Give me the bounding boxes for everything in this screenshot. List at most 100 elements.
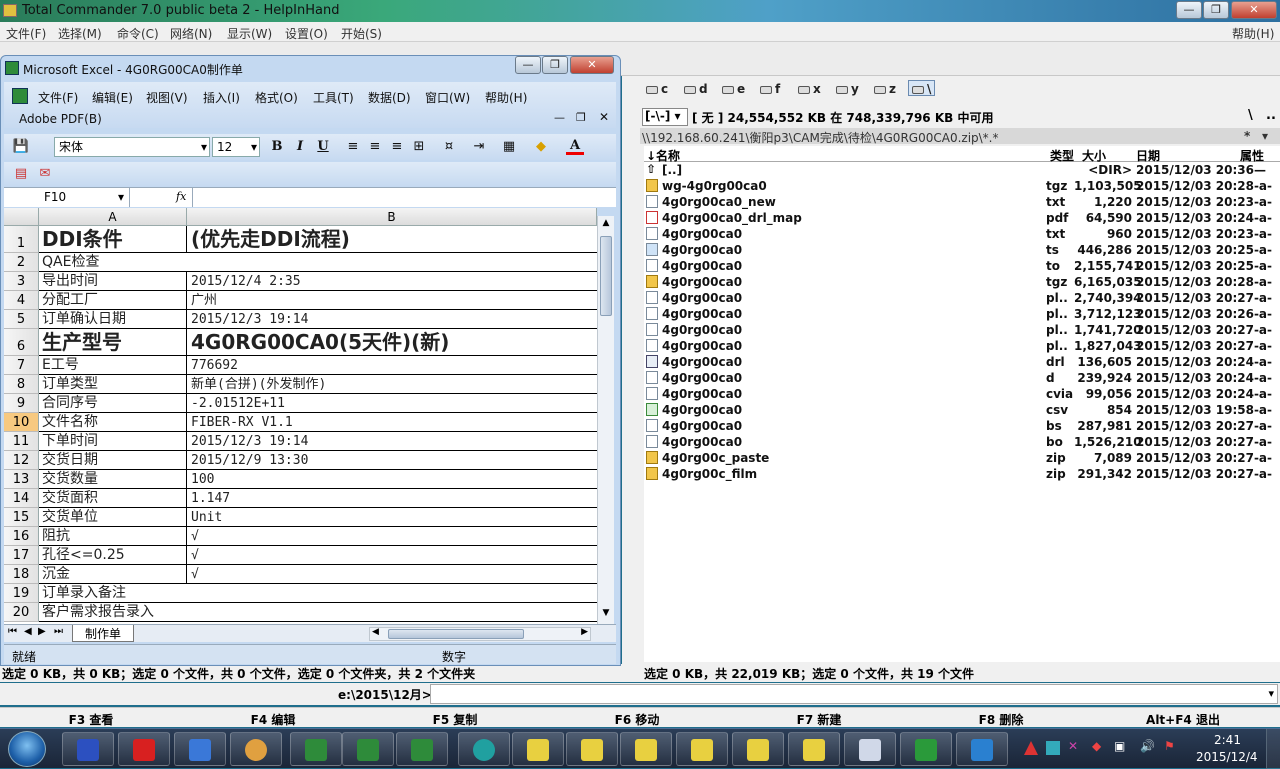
tray-app-icon[interactable]: [1046, 741, 1060, 755]
row-header[interactable]: 12: [4, 451, 39, 470]
parent-dir-button[interactable]: ..: [1266, 108, 1276, 123]
cell-a4[interactable]: 分配工厂: [39, 291, 187, 310]
file-row[interactable]: 4g0rg00ca0 pl.. 3,712,123 2015/12/03 20:26-…: [644, 306, 1280, 322]
taskbar-tc-3[interactable]: [620, 732, 672, 766]
bold-button[interactable]: B: [268, 138, 286, 156]
file-row[interactable]: 4g0rg00ca0 to 2,155,741 2015/12/03 20:25-a-: [644, 258, 1280, 274]
italic-button[interactable]: I: [291, 138, 309, 156]
cell-b6[interactable]: 4G0RG00CA0(5天件)(新): [187, 329, 597, 356]
formula-input[interactable]: [192, 188, 616, 207]
save-icon[interactable]: 💾: [12, 138, 30, 156]
cell-a8[interactable]: 订单类型: [39, 375, 187, 394]
file-row[interactable]: 4g0rg00ca0 ts 446,286 2015/12/03 20:25-a-: [644, 242, 1280, 258]
file-row[interactable]: 4g0rg00ca0 bo 1,526,210 2015/12/03 20:27-a-: [644, 434, 1280, 450]
tray-volume-icon[interactable]: 🔊: [1140, 739, 1155, 753]
cell-a11[interactable]: 下单时间: [39, 432, 187, 451]
indent-icon[interactable]: ⇥: [470, 138, 488, 156]
excel-menu-window[interactable]: 窗口(W): [425, 89, 470, 106]
file-row[interactable]: wg-4g0rg00ca0 tgz 1,103,505 2015/12/03 20:2…: [644, 178, 1280, 194]
row-header[interactable]: 6: [4, 329, 39, 356]
maximize-button[interactable]: ❐: [1203, 1, 1229, 19]
path-filter[interactable]: *: [1244, 129, 1250, 143]
f4-edit-button[interactable]: F4 编辑: [182, 711, 364, 728]
minimize-button[interactable]: —: [1176, 1, 1202, 19]
drive-x-button[interactable]: x: [798, 82, 821, 98]
menu-file[interactable]: 文件(F): [6, 25, 46, 42]
taskbar-excel-3[interactable]: [396, 732, 448, 766]
f6-move-button[interactable]: F6 移动: [546, 711, 728, 728]
show-desktop-button[interactable]: [1266, 729, 1280, 769]
path-bar[interactable]: \\192.168.60.241\衡阳p3\CAM完成\待检\4G0RG00CA…: [640, 128, 1280, 145]
taskbar-tc-4[interactable]: [676, 732, 728, 766]
menu-help[interactable]: 帮助(H): [1232, 25, 1274, 42]
row-header[interactable]: 4: [4, 291, 39, 310]
row-header[interactable]: 19: [4, 584, 39, 603]
tray-shield-icon[interactable]: ◆: [1092, 739, 1101, 753]
excel-menu-help[interactable]: 帮助(H): [485, 89, 527, 106]
font-name-dropdown[interactable]: 宋体 ▾: [54, 137, 210, 157]
taskbar-excel-2[interactable]: [342, 732, 394, 766]
file-row[interactable]: 4g0rg00c_film zip 291,342 2015/12/03 20:27-…: [644, 466, 1280, 482]
row-header[interactable]: 2: [4, 253, 39, 272]
cell-a13[interactable]: 交货数量: [39, 470, 187, 489]
tray-arrow-icon[interactable]: [1024, 741, 1038, 755]
cell-a14[interactable]: 交货面积: [39, 489, 187, 508]
column-header-b[interactable]: B: [187, 208, 597, 226]
merge-center-icon[interactable]: ⊞: [410, 138, 428, 156]
cell-b10[interactable]: FIBER-RX V1.1: [187, 413, 597, 432]
file-row[interactable]: 4g0rg00ca0 bs 287,981 2015/12/03 20:27-a-: [644, 418, 1280, 434]
tray-network-icon[interactable]: ▣: [1114, 739, 1125, 753]
drive-network-button[interactable]: \: [908, 80, 936, 96]
cell-a5[interactable]: 订单确认日期: [39, 310, 187, 329]
cell-b16[interactable]: √: [187, 527, 597, 546]
drive-c-button[interactable]: c: [646, 82, 668, 98]
row-header[interactable]: 17: [4, 546, 39, 565]
excel-menu-format[interactable]: 格式(O): [255, 89, 298, 106]
command-history-dropdown-icon[interactable]: ▾: [1268, 687, 1274, 700]
f5-copy-button[interactable]: F5 复制: [364, 711, 546, 728]
excel-window[interactable]: Microsoft Excel - 4G0RG00CA0制作单 — ❐ ✕ 文件…: [0, 55, 621, 666]
file-row[interactable]: 4g0rg00ca0_new txt 1,220 2015/12/03 20:23-a…: [644, 194, 1280, 210]
tray-x-icon[interactable]: ✕: [1068, 739, 1078, 753]
file-row[interactable]: 4g0rg00ca0 d 239,924 2015/12/03 20:24-a-: [644, 370, 1280, 386]
cell-b17[interactable]: √: [187, 546, 597, 565]
workbook-minimize-icon[interactable]: —: [554, 111, 565, 124]
menu-view[interactable]: 显示(W): [227, 25, 272, 42]
h-scroll-thumb[interactable]: [388, 629, 524, 639]
cell-b9[interactable]: -2.01512E+11: [187, 394, 597, 413]
excel-title-bar[interactable]: Microsoft Excel - 4G0RG00CA0制作单 — ❐ ✕: [1, 56, 620, 80]
spreadsheet-grid[interactable]: A B 1 DDI条件 (优先走DDI流程) 2 QAE检查 3 导出时间 2015/12/4…: [4, 208, 597, 624]
cell-b11[interactable]: 2015/12/3 19:14: [187, 432, 597, 451]
f3-view-button[interactable]: F3 查看: [0, 711, 182, 728]
align-center-icon[interactable]: ≡: [366, 138, 384, 156]
font-color-button[interactable]: A: [566, 137, 584, 155]
start-button[interactable]: [8, 731, 46, 767]
menu-network[interactable]: 网络(N): [170, 25, 212, 42]
taskbar-tc-6[interactable]: [788, 732, 840, 766]
function-icon[interactable]: fx: [176, 190, 186, 203]
excel-menu-data[interactable]: 数据(D): [368, 89, 411, 106]
cell-a2[interactable]: QAE检查: [39, 253, 597, 272]
convert-to-pdf-icon[interactable]: ▤: [12, 165, 30, 183]
sheet-nav-first-icon[interactable]: ⏮: [8, 626, 17, 637]
cell-a18[interactable]: 沉金: [39, 565, 187, 584]
workbook-restore-icon[interactable]: ❐: [576, 111, 586, 124]
cell-b15[interactable]: Unit: [187, 508, 597, 527]
file-row[interactable]: 4g0rg00ca0 txt 960 2015/12/03 20:23-a-: [644, 226, 1280, 242]
excel-menu-tools[interactable]: 工具(T): [313, 89, 354, 106]
taskbar-blue-f-app[interactable]: [956, 732, 1008, 766]
cell-b7[interactable]: 776692: [187, 356, 597, 375]
cell-b5[interactable]: 2015/12/3 19:14: [187, 310, 597, 329]
horizontal-scrollbar[interactable]: ◀ ▶: [369, 627, 591, 641]
drive-e-button[interactable]: e: [722, 82, 745, 98]
name-box[interactable]: F10 ▾: [4, 188, 130, 207]
file-row[interactable]: 4g0rg00ca0 pl.. 2,740,394 2015/12/03 20:27-…: [644, 290, 1280, 306]
excel-menu-insert[interactable]: 插入(I): [203, 89, 240, 106]
drive-y-button[interactable]: y: [836, 82, 859, 98]
excel-menu-adobe-pdf[interactable]: Adobe PDF(B): [19, 112, 102, 126]
row-header[interactable]: 5: [4, 310, 39, 329]
tc-title-bar[interactable]: Total Commander 7.0 public beta 2 - Help…: [0, 0, 1280, 22]
excel-menu-edit[interactable]: 编辑(E): [92, 89, 133, 106]
clock-date[interactable]: 2015/12/4: [1196, 750, 1258, 764]
cell-b4[interactable]: 广州: [187, 291, 597, 310]
